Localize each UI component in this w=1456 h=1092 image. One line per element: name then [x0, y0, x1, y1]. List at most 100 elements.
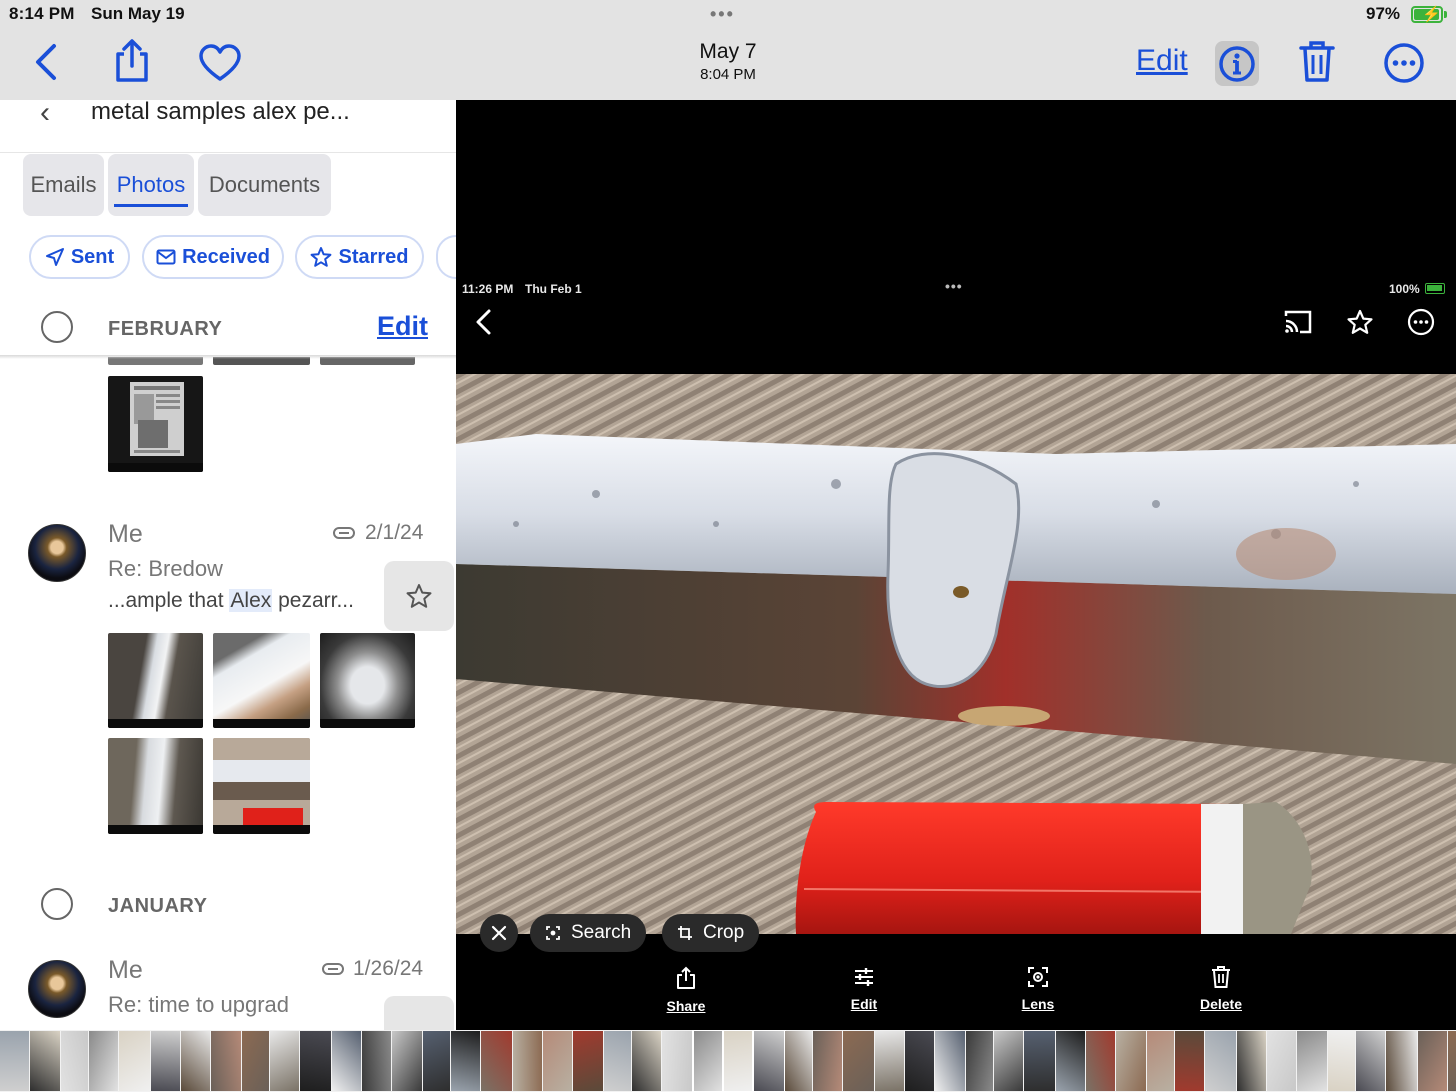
filmstrip-thumbnail[interactable]: [813, 1031, 842, 1091]
photo-thumbnail[interactable]: [108, 376, 203, 472]
filmstrip-thumbnail[interactable]: [270, 1031, 299, 1091]
viewer-back-icon[interactable]: [474, 308, 494, 336]
filmstrip-thumbnail[interactable]: [1237, 1031, 1266, 1091]
filmstrip-thumbnail[interactable]: [543, 1031, 572, 1091]
photo-thumbnail[interactable]: [108, 633, 203, 728]
tab-emails[interactable]: Emails: [23, 154, 104, 216]
thumbnail-toolbar: [108, 463, 203, 472]
crop-label: Crop: [703, 922, 745, 943]
battery-nub: [1444, 11, 1447, 18]
filmstrip-thumbnail[interactable]: [61, 1031, 88, 1091]
filmstrip-thumbnail[interactable]: [151, 1031, 180, 1091]
select-month-radio[interactable]: [41, 888, 73, 920]
cast-icon[interactable]: [1283, 309, 1313, 335]
filmstrip-thumbnail[interactable]: [1418, 1031, 1447, 1091]
crop-button[interactable]: Crop: [662, 914, 760, 952]
battery-percent: 97%: [1366, 4, 1401, 23]
filmstrip-thumbnail[interactable]: [1086, 1031, 1115, 1091]
filmstrip-thumbnail[interactable]: [994, 1031, 1023, 1091]
photo-date-title: May 7: [699, 40, 757, 63]
filmstrip-thumbnail[interactable]: [1205, 1031, 1236, 1091]
multitasking-dots[interactable]: •••: [710, 4, 735, 25]
filmstrip-thumbnail[interactable]: [211, 1031, 241, 1091]
filter-starred-label: Starred: [338, 245, 409, 268]
trash-icon[interactable]: [1298, 39, 1336, 83]
filmstrip-thumbnail[interactable]: [785, 1031, 812, 1091]
filter-sent-chip[interactable]: Sent: [29, 235, 130, 279]
filmstrip-thumbnail[interactable]: [362, 1031, 391, 1091]
filmstrip-thumbnail[interactable]: [89, 1031, 118, 1091]
filmstrip-thumbnail[interactable]: [1356, 1031, 1385, 1091]
filmstrip-thumbnail[interactable]: [1297, 1031, 1327, 1091]
filmstrip-thumbnail[interactable]: [1024, 1031, 1055, 1091]
filmstrip-thumbnail[interactable]: [1386, 1031, 1417, 1091]
heart-icon[interactable]: [198, 44, 242, 82]
filmstrip-thumbnail[interactable]: [632, 1031, 661, 1091]
delete-action[interactable]: Delete: [1181, 966, 1261, 1012]
edit-action[interactable]: Edit: [824, 966, 904, 1012]
month-edit-button[interactable]: Edit: [377, 311, 428, 342]
filmstrip-thumbnail[interactable]: [604, 1031, 631, 1091]
filmstrip-thumbnail[interactable]: [875, 1031, 904, 1091]
close-overlay-button[interactable]: [480, 914, 518, 952]
filmstrip-thumbnail[interactable]: [332, 1031, 361, 1091]
filmstrip-thumbnail[interactable]: [181, 1031, 210, 1091]
filmstrip-thumbnail[interactable]: [1147, 1031, 1174, 1091]
select-month-radio[interactable]: [41, 311, 73, 343]
filmstrip-thumbnail[interactable]: [119, 1031, 150, 1091]
filmstrip-thumbnail[interactable]: [481, 1031, 512, 1091]
photo-thumbnail[interactable]: [320, 633, 415, 728]
search-query[interactable]: metal samples alex pe...: [91, 100, 350, 126]
star-icon: [406, 584, 432, 608]
thumbnail-toolbar: [108, 825, 203, 834]
filmstrip-thumbnail[interactable]: [242, 1031, 269, 1091]
filmstrip-thumbnail[interactable]: [1175, 1031, 1204, 1091]
filmstrip-thumbnail[interactable]: [1267, 1031, 1296, 1091]
share-action[interactable]: Share: [646, 966, 726, 1014]
star-message-button[interactable]: [384, 561, 454, 631]
tab-documents[interactable]: Documents: [198, 154, 331, 216]
filmstrip-thumbnail[interactable]: [1448, 1031, 1456, 1091]
lens-search-button[interactable]: Search: [530, 914, 647, 952]
star-message-button[interactable]: [384, 996, 454, 1030]
photo-filmstrip[interactable]: [0, 1030, 1456, 1092]
filmstrip-thumbnail[interactable]: [300, 1031, 331, 1091]
filmstrip-thumbnail[interactable]: [423, 1031, 450, 1091]
more-icon[interactable]: [1407, 308, 1435, 336]
search-back-chevron-icon[interactable]: ‹: [40, 100, 50, 130]
filter-more-chip[interactable]: [436, 235, 456, 279]
filter-received-chip[interactable]: Received: [142, 235, 284, 279]
filmstrip-thumbnail[interactable]: [513, 1031, 542, 1091]
filmstrip-thumbnail[interactable]: [573, 1031, 603, 1091]
filmstrip-thumbnail[interactable]: [905, 1031, 934, 1091]
filmstrip-thumbnail[interactable]: [1328, 1031, 1355, 1091]
filmstrip-thumbnail[interactable]: [0, 1031, 29, 1091]
status-time: 8:14 PM: [9, 4, 75, 23]
photo-thumbnail[interactable]: [213, 633, 310, 728]
lens-action[interactable]: Lens: [998, 966, 1078, 1012]
filter-starred-chip[interactable]: Starred: [295, 235, 424, 279]
share-icon[interactable]: [110, 38, 154, 84]
filmstrip-thumbnail[interactable]: [392, 1031, 422, 1091]
filmstrip-thumbnail[interactable]: [1056, 1031, 1085, 1091]
more-icon[interactable]: [1383, 42, 1425, 84]
photo-thumbnail[interactable]: [108, 738, 203, 834]
photo-thumbnail[interactable]: [213, 738, 310, 834]
filmstrip-thumbnail[interactable]: [30, 1031, 60, 1091]
edit-button[interactable]: Edit: [1136, 44, 1188, 78]
filmstrip-thumbnail[interactable]: [451, 1031, 480, 1091]
filmstrip-thumbnail[interactable]: [1116, 1031, 1146, 1091]
filmstrip-thumbnail[interactable]: [935, 1031, 965, 1091]
filmstrip-thumbnail[interactable]: [722, 1030, 755, 1092]
filmstrip-thumbnail[interactable]: [662, 1031, 693, 1091]
back-chevron-icon[interactable]: [30, 42, 64, 82]
document-photo-preview: [130, 382, 184, 456]
star-icon[interactable]: [1346, 308, 1374, 336]
envelope-icon: [156, 249, 176, 265]
filmstrip-thumbnail[interactable]: [966, 1031, 993, 1091]
info-icon[interactable]: [1217, 44, 1257, 84]
metal-sample-photo[interactable]: [456, 374, 1456, 934]
filmstrip-thumbnail[interactable]: [843, 1031, 874, 1091]
filmstrip-thumbnail[interactable]: [692, 1030, 725, 1092]
filmstrip-thumbnail[interactable]: [752, 1030, 786, 1092]
